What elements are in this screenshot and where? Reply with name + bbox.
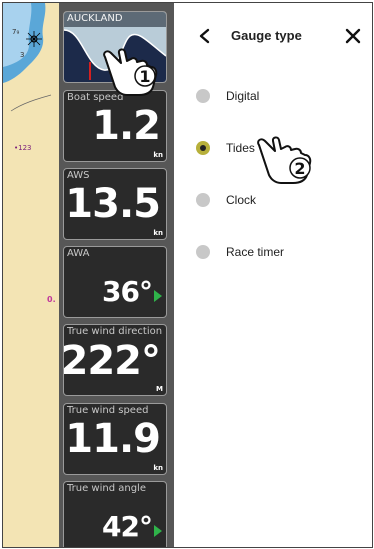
gauge-label-awa: AWA <box>67 248 90 259</box>
gauge-value-boat-speed: 1.2 <box>92 103 161 149</box>
close-button[interactable] <box>344 27 362 45</box>
option-race-timer[interactable]: Race timer <box>196 243 366 263</box>
gauge-label-tws: True wind speed <box>67 405 149 416</box>
gauge-value-awa: 36° <box>102 275 153 308</box>
option-digital[interactable]: Digital <box>196 87 366 107</box>
tide-location-text: AUCKLAND <box>67 13 123 24</box>
map-depth-label: 7₉ <box>12 28 20 36</box>
map-sounding: •123 <box>14 144 32 152</box>
gauge-tile-aws[interactable]: AWS 13.5 kn <box>63 168 167 240</box>
screen: 7₉ 3 •123 0. AUCKLAND AUCKLAND Boat spee… <box>2 2 373 548</box>
gauge-unit-aws: kn <box>153 229 163 237</box>
gauge-tile-boat-speed[interactable]: Boat speed 1.2 kn <box>63 90 167 162</box>
gauge-tile-true-wind-speed[interactable]: True wind speed 11.9 kn <box>63 403 167 475</box>
option-label-race-timer: Race timer <box>226 245 285 259</box>
back-button[interactable] <box>194 25 216 47</box>
gauge-unit-twd: M <box>156 385 163 393</box>
chevron-left-icon <box>199 28 210 44</box>
gauge-tile-true-wind-direction[interactable]: True wind direction 222° M <box>63 324 167 396</box>
close-icon <box>345 28 361 44</box>
radio-digital[interactable] <box>196 89 210 103</box>
gauge-tile-true-wind-angle[interactable]: True wind angle 42° <box>63 481 167 547</box>
gauge-label-twa: True wind angle <box>67 483 146 494</box>
menu-title: Gauge type <box>231 28 302 43</box>
step-2-badge: 2 <box>294 159 305 178</box>
tap-hand-icon-step-2: 2 <box>257 136 312 184</box>
awa-starboard-arrow-icon <box>154 290 162 302</box>
option-label-tides: Tides <box>226 141 255 155</box>
gauge-value-twd: 222° <box>63 338 161 384</box>
radio-race-timer[interactable] <box>196 245 210 259</box>
gauge-label-aws: AWS <box>67 170 90 181</box>
step-1-badge: 1 <box>139 67 150 86</box>
map-marker: 0. <box>47 295 56 304</box>
gauge-value-aws: 13.5 <box>65 181 161 227</box>
gauge-value-tws: 11.9 <box>65 416 161 462</box>
gauge-unit-boat-speed: kn <box>153 151 163 159</box>
gauge-type-menu: Gauge type Digital Tides Clock Race time… <box>174 3 372 547</box>
map-graphics <box>3 3 52 112</box>
radio-tides[interactable] <box>196 141 210 155</box>
gauge-label-twd: True wind direction <box>67 326 163 337</box>
map-depth-small: 3 <box>20 51 25 59</box>
twa-starboard-arrow-icon <box>154 525 162 537</box>
gauge-unit-tws: kn <box>153 464 163 472</box>
gauge-tile-awa[interactable]: AWA 36° <box>63 246 167 318</box>
option-label-clock: Clock <box>226 193 257 207</box>
radio-clock[interactable] <box>196 193 210 207</box>
tap-hand-icon-step-1: 1 <box>103 48 158 96</box>
chart-map[interactable]: 7₉ 3 •123 0. <box>3 3 59 547</box>
option-clock[interactable]: Clock <box>196 191 366 211</box>
option-label-digital: Digital <box>226 89 260 103</box>
gauge-value-twa: 42° <box>102 510 153 543</box>
